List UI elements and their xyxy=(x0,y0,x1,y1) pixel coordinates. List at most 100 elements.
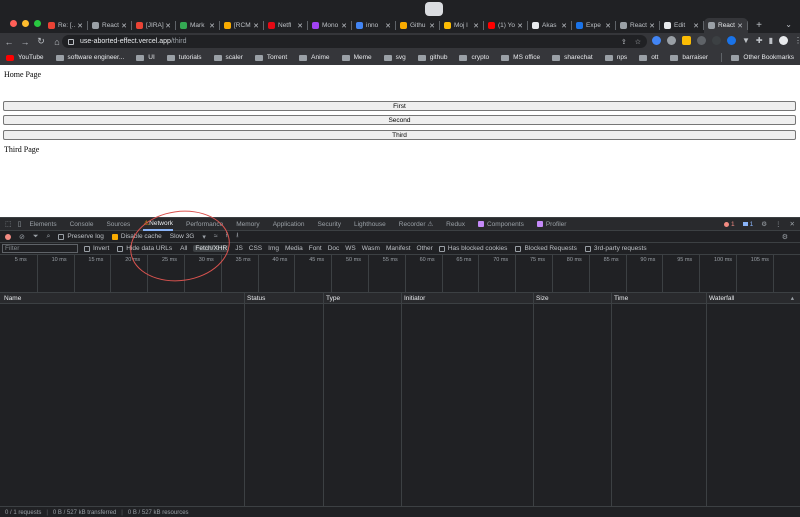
bookmark-folder[interactable]: crypto xyxy=(459,54,489,61)
close-tab-icon[interactable]: ✕ xyxy=(693,22,699,30)
browser-tab[interactable]: Re: [... ✕ xyxy=(44,18,88,33)
bookmark-folder[interactable]: tutorials xyxy=(166,54,202,61)
second-button[interactable]: Second xyxy=(3,115,796,125)
puzzle-icon[interactable]: ✚ xyxy=(756,36,763,45)
bookmark-folder[interactable]: Anime xyxy=(299,54,330,61)
bookmark-folder[interactable]: software engineer... xyxy=(55,54,124,61)
column-header-initiator[interactable]: Initiator xyxy=(404,295,425,302)
column-divider[interactable] xyxy=(323,293,324,506)
bookmark-folder[interactable]: MS office xyxy=(501,54,540,61)
more-options-icon[interactable]: ⋮ xyxy=(775,220,782,228)
close-tab-icon[interactable]: ✕ xyxy=(605,22,611,30)
column-header-size[interactable]: Size xyxy=(536,295,549,302)
third-party-requests-checkbox[interactable]: 3rd-party requests xyxy=(584,245,647,252)
type-filter-manifest[interactable]: Manifest xyxy=(386,245,411,252)
browser-tab[interactable]: Mono ✕ xyxy=(308,18,352,33)
settings-gear-icon[interactable]: ⚙ xyxy=(782,233,788,241)
filter-input[interactable]: Filter xyxy=(2,244,78,253)
browser-tab[interactable]: React ✕ xyxy=(88,18,132,33)
browser-tab[interactable]: Moj l ✕ xyxy=(440,18,484,33)
column-divider[interactable] xyxy=(611,293,612,506)
type-filter-wasm[interactable]: Wasm xyxy=(362,245,380,252)
column-divider[interactable] xyxy=(244,293,245,506)
column-header-type[interactable]: Type xyxy=(326,295,340,302)
devtools-tab-application[interactable]: Application xyxy=(273,218,305,231)
other-bookmarks[interactable]: Other Bookmarks xyxy=(731,54,794,61)
type-filter-css[interactable]: CSS xyxy=(249,245,262,252)
avatar[interactable] xyxy=(779,36,789,45)
column-divider[interactable] xyxy=(533,293,534,506)
type-filter-other[interactable]: Other xyxy=(417,245,433,252)
close-tab-icon[interactable]: ✕ xyxy=(77,22,83,30)
first-button[interactable]: First xyxy=(3,101,796,111)
devtools-tab-sources[interactable]: Sources xyxy=(106,218,130,231)
new-tab-button[interactable]: + xyxy=(752,18,766,33)
close-tab-icon[interactable]: ✕ xyxy=(209,22,215,30)
close-tab-icon[interactable]: ✕ xyxy=(385,22,391,30)
bookmark-folder[interactable]: Meme xyxy=(341,54,372,61)
menu-icon[interactable]: ⋮ xyxy=(794,36,800,45)
browser-tab[interactable]: React ✕ xyxy=(704,18,748,33)
browser-tab[interactable]: Akas ✕ xyxy=(528,18,572,33)
sort-icon[interactable]: ▴ xyxy=(791,294,794,302)
browser-tab[interactable]: Githu ✕ xyxy=(396,18,440,33)
bookmark-folder[interactable]: UI xyxy=(136,54,155,61)
close-tab-icon[interactable]: ✕ xyxy=(561,22,567,30)
column-header-name[interactable]: Name xyxy=(4,295,21,302)
column-header-time[interactable]: Time xyxy=(614,295,628,302)
devtools-tab-profiler[interactable]: Profiler xyxy=(536,218,566,231)
bookmark-folder[interactable]: barraiser xyxy=(670,54,708,61)
address-bar[interactable]: use-aborted-effect.vercel.app/third ⇪ ☆ xyxy=(62,35,647,48)
type-filter-font[interactable]: Font xyxy=(309,245,322,252)
close-devtools-icon[interactable]: ✕ xyxy=(790,220,795,228)
search-icon[interactable]: ⌕ xyxy=(46,233,50,241)
reload-icon[interactable]: ↻ xyxy=(34,36,48,47)
message-count-badge[interactable]: 1 xyxy=(742,221,753,228)
close-window-button[interactable] xyxy=(10,20,17,27)
extension-icon[interactable] xyxy=(667,36,676,45)
network-overview-timeline[interactable]: 5 ms 10 ms 15 ms 20 ms 25 ms 30 ms 35 ms 40 ms 4… xyxy=(0,255,800,293)
close-tab-icon[interactable]: ✕ xyxy=(253,22,259,30)
invert-checkbox[interactable]: Invert xyxy=(84,245,109,252)
extension-icon[interactable] xyxy=(727,36,736,45)
devtools-tab-lighthouse[interactable]: Lighthouse xyxy=(354,218,386,231)
type-filter-ws[interactable]: WS xyxy=(345,245,355,252)
close-tab-icon[interactable]: ✕ xyxy=(429,22,435,30)
column-divider[interactable] xyxy=(401,293,402,506)
preserve-log-checkbox[interactable]: Preserve log xyxy=(58,233,104,240)
bookmark-folder[interactable]: github xyxy=(417,54,447,61)
bookmark-folder[interactable]: Torrent xyxy=(254,54,287,61)
settings-gear-icon[interactable]: ⚙ xyxy=(761,220,767,228)
type-filter-media[interactable]: Media xyxy=(285,245,303,252)
device-toolbar-icon[interactable]: ▯ xyxy=(18,220,22,228)
close-tab-icon[interactable]: ✕ xyxy=(737,22,743,30)
close-tab-icon[interactable]: ✕ xyxy=(341,22,347,30)
browser-tab[interactable]: React ✕ xyxy=(616,18,660,33)
browser-tab[interactable]: [JIRA] ✕ xyxy=(132,18,176,33)
has-blocked-cookies-checkbox[interactable]: Has blocked cookies xyxy=(438,245,507,252)
bookmark-folder[interactable]: svg xyxy=(383,54,406,61)
devtools-tab-security[interactable]: Security xyxy=(318,218,341,231)
devtools-tab-recorder[interactable]: Recorder ⚠ xyxy=(399,218,433,231)
browser-tab[interactable]: Expe ✕ xyxy=(572,18,616,33)
back-icon[interactable]: ← xyxy=(2,37,16,47)
extension-icon[interactable] xyxy=(697,36,706,45)
column-divider[interactable] xyxy=(706,293,707,506)
type-filter-img[interactable]: Img xyxy=(268,245,279,252)
type-filter-doc[interactable]: Doc xyxy=(328,245,340,252)
bookmark-folder[interactable]: ott xyxy=(639,54,658,61)
filter-icon[interactable]: ⏷ xyxy=(33,233,39,241)
close-tab-icon[interactable]: ✕ xyxy=(517,22,523,30)
devtools-tab-console[interactable]: Console xyxy=(70,218,94,231)
close-tab-icon[interactable]: ✕ xyxy=(165,22,171,30)
devtools-tab-redux[interactable]: Redux xyxy=(446,218,465,231)
devtools-tab-memory[interactable]: Memory xyxy=(236,218,259,231)
column-header-status[interactable]: Status xyxy=(247,295,265,302)
tab-search-icon[interactable]: ⌄ xyxy=(785,20,792,29)
devtools-tab-elements[interactable]: Elements xyxy=(29,218,56,231)
vpn-icon[interactable]: ▼ xyxy=(742,36,750,45)
browser-tab[interactable]: (1) Yo ✕ xyxy=(484,18,528,33)
type-filter-js[interactable]: JS xyxy=(235,245,243,252)
third-button[interactable]: Third xyxy=(3,130,796,140)
browser-tab[interactable]: [RCM ✕ xyxy=(220,18,264,33)
